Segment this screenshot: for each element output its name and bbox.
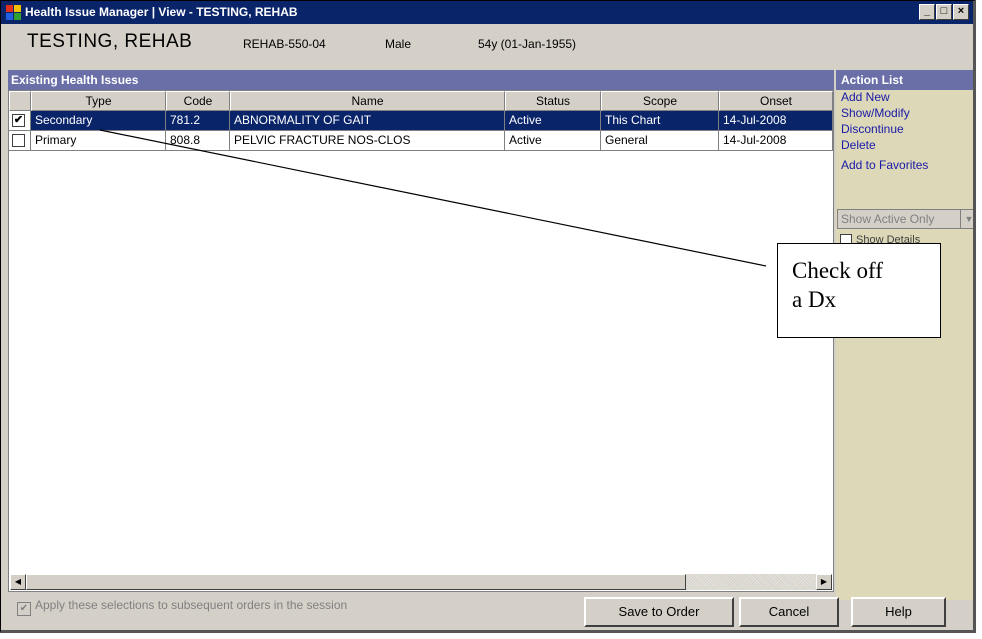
patient-sex: Male <box>385 37 412 51</box>
delete-link[interactable]: Delete <box>836 138 973 154</box>
row-checkbox[interactable] <box>12 134 25 147</box>
horizontal-scrollbar[interactable]: ◀ ▶ <box>10 574 832 590</box>
grid-header: Type Code Name Status Scope Onset <box>9 91 833 111</box>
scroll-left-icon[interactable]: ◀ <box>10 574 26 590</box>
column-header-code[interactable]: Code <box>166 91 230 111</box>
column-header-status[interactable]: Status <box>505 91 601 111</box>
discontinue-link[interactable]: Discontinue <box>836 122 973 138</box>
cell-type: Primary <box>31 131 166 151</box>
add-new-link[interactable]: Add New <box>836 90 973 106</box>
window-title: Health Issue Manager | View - TESTING, R… <box>25 5 298 19</box>
cell-type: Secondary <box>31 111 166 131</box>
save-to-order-button[interactable]: Save to Order <box>584 597 734 627</box>
action-list-title: Action List <box>836 70 973 90</box>
health-issues-grid: Type Code Name Status Scope Onset ✔ Seco… <box>8 90 834 592</box>
title-bar[interactable]: Health Issue Manager | View - TESTING, R… <box>1 1 973 24</box>
apply-selections-checkbox[interactable]: ✔ <box>17 602 31 616</box>
column-header-select[interactable] <box>9 91 31 111</box>
minimize-button[interactable]: _ <box>919 4 935 20</box>
annotation-callout: Check off a Dx <box>777 243 941 338</box>
table-row[interactable]: ✔ Secondary 781.2 ABNORMALITY OF GAIT Ac… <box>9 111 833 131</box>
cancel-button[interactable]: Cancel <box>739 597 839 627</box>
maximize-button[interactable]: □ <box>936 4 952 20</box>
add-to-favorites-link[interactable]: Add to Favorites <box>836 158 973 174</box>
close-button[interactable]: × <box>953 4 969 20</box>
table-row[interactable]: Primary 808.8 PELVIC FRACTURE NOS-CLOS A… <box>9 131 833 151</box>
cell-code: 808.8 <box>166 131 230 151</box>
column-header-type[interactable]: Type <box>31 91 166 111</box>
chevron-down-icon[interactable]: ▼ <box>960 210 973 228</box>
cell-name: PELVIC FRACTURE NOS-CLOS <box>230 131 505 151</box>
apply-selections-option[interactable]: ✔ Apply these selections to subsequent or… <box>17 598 347 616</box>
cell-scope: General <box>601 131 719 151</box>
cell-onset: 14-Jul-2008 <box>719 111 833 131</box>
row-checkbox[interactable]: ✔ <box>12 114 25 127</box>
annotation-line-1: Check off <box>792 258 883 283</box>
column-header-name[interactable]: Name <box>230 91 505 111</box>
patient-name: TESTING, REHAB <box>27 31 193 52</box>
help-button[interactable]: Help <box>851 597 946 627</box>
show-modify-link[interactable]: Show/Modify <box>836 106 973 122</box>
patient-mrn: REHAB-550-04 <box>243 37 326 51</box>
patient-age: 54y (01-Jan-1955) <box>478 37 577 51</box>
annotation-line-2: a Dx <box>792 287 837 312</box>
row-select-cell: ✔ <box>9 111 31 131</box>
patient-banner: TESTING, REHAB REHAB-550-04 Male 54y (01… <box>1 24 973 64</box>
scroll-thumb[interactable] <box>26 574 686 590</box>
cell-scope: This Chart <box>601 111 719 131</box>
cell-status: Active <box>505 131 601 151</box>
app-icon <box>6 5 21 20</box>
status-filter-select[interactable]: Show Active Only ▼ <box>837 209 973 229</box>
apply-selections-label: Apply these selections to subsequent ord… <box>35 598 348 612</box>
column-header-scope[interactable]: Scope <box>601 91 719 111</box>
cell-status: Active <box>505 111 601 131</box>
existing-health-issues-header: Existing Health Issues <box>8 70 834 90</box>
cell-code: 781.2 <box>166 111 230 131</box>
column-header-onset[interactable]: Onset <box>719 91 833 111</box>
cell-onset: 14-Jul-2008 <box>719 131 833 151</box>
status-filter-value: Show Active Only <box>841 212 935 226</box>
cell-name: ABNORMALITY OF GAIT <box>230 111 505 131</box>
row-select-cell <box>9 131 31 151</box>
scroll-right-icon[interactable]: ▶ <box>816 574 832 590</box>
